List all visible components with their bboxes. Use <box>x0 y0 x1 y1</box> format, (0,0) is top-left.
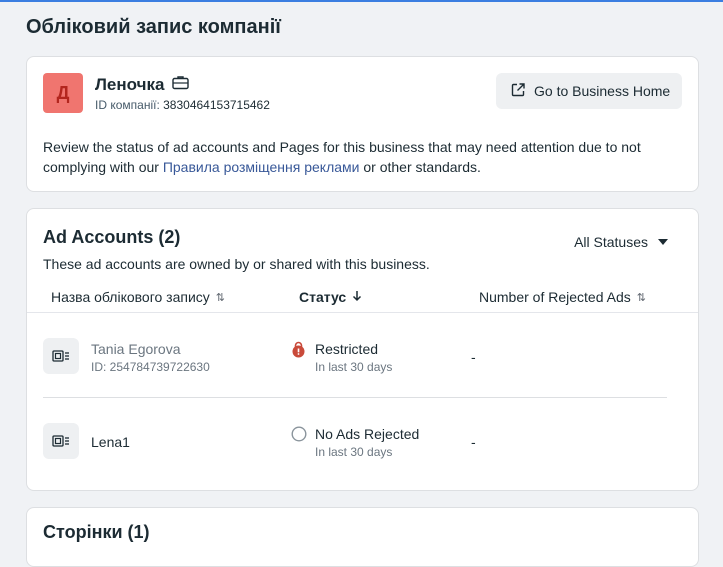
column-header-status[interactable]: Статус <box>299 289 362 305</box>
column-header-label: Назва облікового запису <box>51 289 210 305</box>
rejected-ads-count: - <box>471 349 476 365</box>
business-name-row: Леночка <box>95 75 190 95</box>
ad-accounts-card: Ad Accounts (2) These ad accounts are ow… <box>26 208 699 491</box>
status-filter-label: All Statuses <box>574 234 648 250</box>
ad-account-icon <box>43 423 79 459</box>
ad-accounts-subtitle: These ad accounts are owned by or shared… <box>43 256 430 272</box>
sort-both-icon: ⇅ <box>215 291 226 304</box>
status-filter-dropdown[interactable]: All Statuses <box>574 234 668 250</box>
top-accent-line <box>0 0 723 2</box>
ad-policies-link[interactable]: Правила розміщення реклами <box>163 159 360 175</box>
table-header: Назва облікового запису ⇅ Статус Number … <box>27 279 698 313</box>
column-header-label: Статус <box>299 289 347 305</box>
column-header-account-name[interactable]: Назва облікового запису ⇅ <box>51 289 225 305</box>
ad-accounts-title: Ad Accounts (2) <box>43 227 181 247</box>
description-text-end: or other standards. <box>359 159 481 175</box>
empty-circle-icon <box>291 426 307 447</box>
page-title: Обліковий запис компанії <box>26 16 281 38</box>
status-label: No Ads Rejected <box>315 426 420 442</box>
business-name: Леночка <box>95 75 165 94</box>
go-to-business-home-button[interactable]: Go to Business Home <box>496 73 682 109</box>
table-row[interactable]: Lena1 No Ads Rejected In last 30 days - <box>43 399 667 483</box>
business-card: Д Леночка ID компанії: 3830464153715462 … <box>26 56 699 192</box>
review-description: Review the status of ad accounts and Pag… <box>43 137 683 177</box>
status-period: In last 30 days <box>315 360 393 374</box>
pages-card: Сторінки (1) <box>26 507 699 567</box>
briefcase-icon <box>172 75 190 95</box>
sort-down-icon <box>352 289 362 305</box>
pages-title: Сторінки (1) <box>43 522 150 542</box>
caret-down-icon <box>658 239 668 245</box>
account-name: Tania Egorova <box>91 341 181 357</box>
account-id: ID: 254784739722630 <box>91 360 210 374</box>
column-header-rejected-ads[interactable]: Number of Rejected Ads ⇅ <box>479 289 646 305</box>
rejected-ads-count: - <box>471 434 476 450</box>
restricted-lock-icon <box>291 341 306 363</box>
status-label: Restricted <box>315 341 379 357</box>
go-to-business-home-label: Go to Business Home <box>534 83 671 99</box>
sort-both-icon: ⇅ <box>636 291 646 304</box>
table-row[interactable]: Tania Egorova ID: 254784739722630 Restri… <box>43 314 667 398</box>
business-id-value: 3830464153715462 <box>163 98 270 112</box>
business-avatar: Д <box>43 73 83 113</box>
column-header-label: Number of Rejected Ads <box>479 289 631 305</box>
ad-account-icon <box>43 338 79 374</box>
business-id-label: ID компанії: <box>95 98 160 112</box>
business-id: ID компанії: 3830464153715462 <box>95 98 270 112</box>
external-link-icon <box>510 82 526 101</box>
account-name: Lena1 <box>91 434 130 450</box>
status-period: In last 30 days <box>315 445 393 459</box>
